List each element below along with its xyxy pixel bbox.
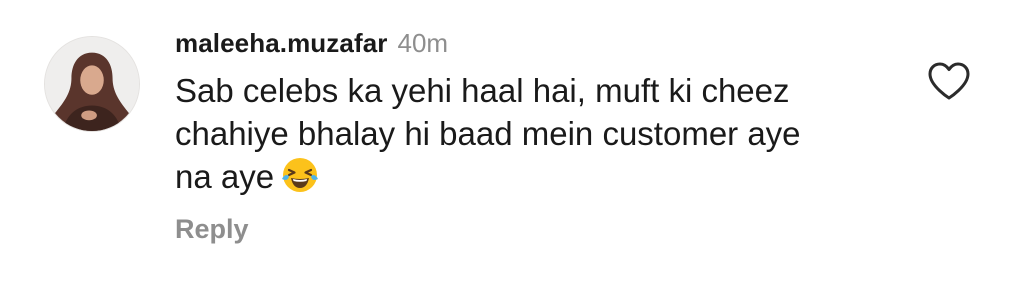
comment-header: maleeha.muzafar 40m (175, 28, 895, 59)
timestamp: 40m (397, 28, 449, 58)
comment-text-content: Sab celebs ka yehi haal hai, muft ki che… (175, 72, 801, 195)
comment-row: maleeha.muzafar 40m Sab celebs ka yehi h… (0, 0, 1024, 288)
like-button[interactable] (926, 60, 972, 102)
reply-button[interactable]: Reply (175, 214, 249, 245)
comment-body: maleeha.muzafar 40m Sab celebs ka yehi h… (175, 28, 895, 245)
avatar[interactable] (44, 36, 140, 132)
heart-outline-icon (928, 62, 970, 100)
comment-text: Sab celebs ka yehi haal hai, muft ki che… (175, 69, 815, 198)
avatar-image (45, 37, 139, 131)
face-with-tears-of-joy-icon (280, 155, 320, 195)
username-link[interactable]: maleeha.muzafar (175, 28, 387, 59)
